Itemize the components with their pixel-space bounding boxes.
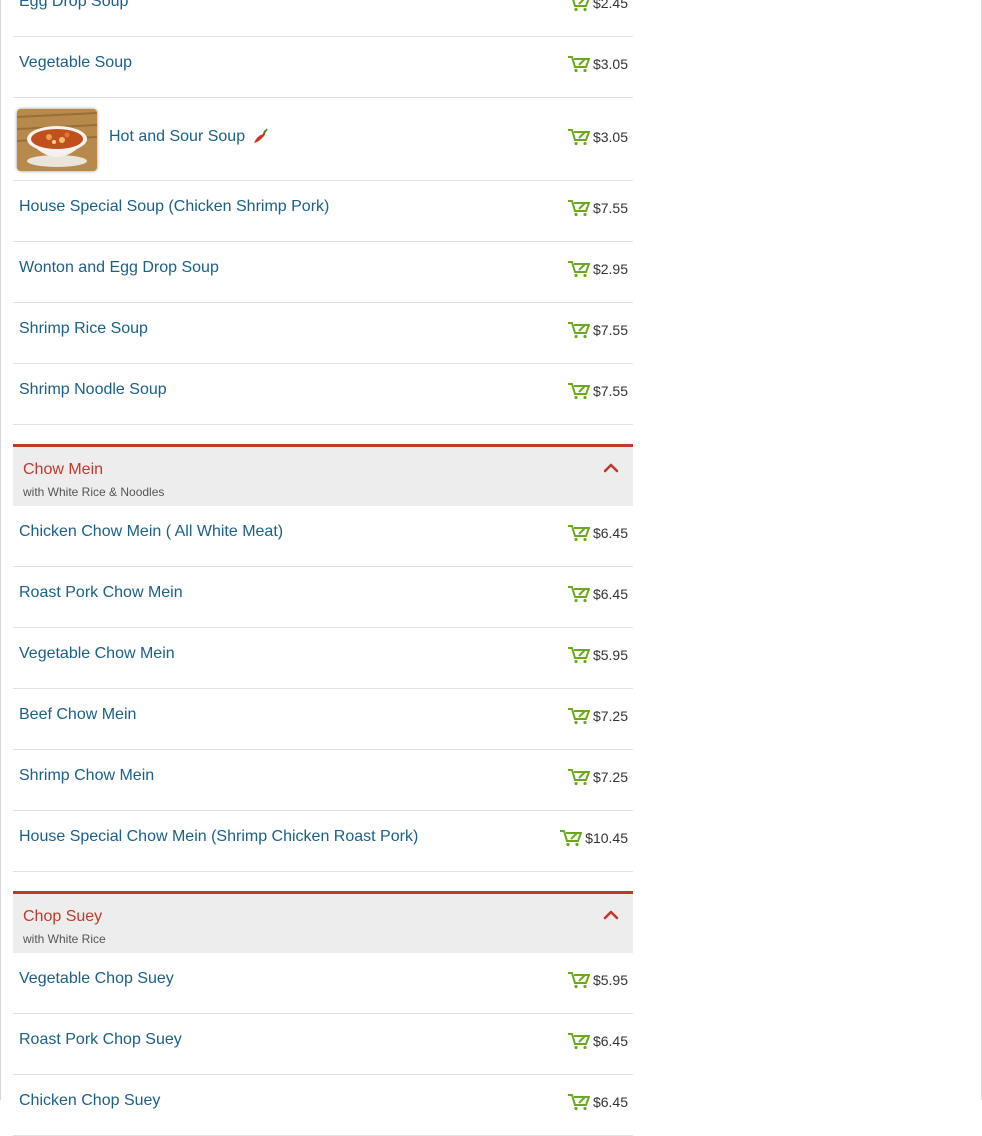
category-header-chop-suey[interactable]: Chop Suey with White Rice <box>13 891 633 953</box>
category-subtitle: with White Rice <box>23 932 106 946</box>
category-header-chow-mein[interactable]: Chow Mein with White Rice & Noodles <box>13 444 633 506</box>
item-price[interactable]: $6.45 <box>567 585 628 603</box>
price-value: $7.55 <box>592 383 628 399</box>
menu-item[interactable]: Vegetable Chop Suey $5.95 <box>13 953 633 1014</box>
menu-item[interactable]: Vegetable Chow Mein $5.95 <box>13 628 633 689</box>
shopping-cart-icon[interactable] <box>567 55 590 73</box>
price-value: $10.45 <box>585 830 628 846</box>
item-price[interactable]: $2.95 <box>567 260 628 278</box>
price-value: $5.95 <box>592 972 628 988</box>
item-name[interactable]: Vegetable Chop Suey <box>19 970 174 988</box>
item-name[interactable]: Wonton and Egg Drop Soup <box>19 259 219 277</box>
shopping-cart-icon[interactable] <box>567 1093 590 1111</box>
item-name[interactable]: House Special Soup (Chicken Shrimp Pork) <box>19 198 329 216</box>
shopping-cart-icon[interactable] <box>567 260 590 278</box>
price-value: $7.25 <box>592 769 628 785</box>
shopping-cart-icon[interactable] <box>567 0 590 12</box>
shopping-cart-icon[interactable] <box>567 646 590 664</box>
menu-item[interactable]: Shrimp Noodle Soup $7.55 <box>13 364 633 425</box>
price-value: $3.05 <box>592 56 628 72</box>
menu-item[interactable]: Shrimp Chow Mein $7.25 <box>13 750 633 811</box>
price-value: $6.45 <box>592 586 628 602</box>
price-value: $6.45 <box>592 1033 628 1049</box>
item-name[interactable]: Vegetable Chow Mein <box>19 645 175 663</box>
item-price[interactable]: $7.55 <box>567 199 628 217</box>
menu-item[interactable]: Roast Pork Chop Suey $6.45 <box>13 1014 633 1075</box>
item-price[interactable]: $2.45 <box>567 0 628 12</box>
price-value: $2.45 <box>592 0 628 11</box>
menu-item[interactable]: House Special Soup (Chicken Shrimp Pork)… <box>13 181 633 242</box>
item-price[interactable]: $7.25 <box>567 768 628 786</box>
item-name[interactable]: Shrimp Chow Mein <box>19 767 154 785</box>
shopping-cart-icon[interactable] <box>567 707 590 725</box>
menu-item[interactable]: Vegetable Soup $3.05 <box>13 37 633 98</box>
menu-item[interactable]: Roast Pork Chow Mein $6.45 <box>13 567 633 628</box>
shopping-cart-icon[interactable] <box>567 1032 590 1050</box>
item-price[interactable]: $3.05 <box>567 55 628 73</box>
menu-item[interactable]: Wonton and Egg Drop Soup $2.95 <box>13 242 633 303</box>
item-name[interactable]: Shrimp Rice Soup <box>19 320 148 338</box>
shopping-cart-icon[interactable] <box>567 128 590 146</box>
shopping-cart-icon[interactable] <box>567 382 590 400</box>
item-name[interactable]: Vegetable Soup <box>19 54 132 72</box>
shopping-cart-icon[interactable] <box>567 524 590 542</box>
category-subtitle: with White Rice & Noodles <box>23 485 165 499</box>
item-price[interactable]: $10.45 <box>559 829 628 847</box>
item-price[interactable]: $5.95 <box>567 971 628 989</box>
shopping-cart-icon[interactable] <box>567 585 590 603</box>
shopping-cart-icon[interactable] <box>567 199 590 217</box>
menu-item[interactable]: Beef Chow Mein $7.25 <box>13 689 633 750</box>
item-price[interactable]: $6.45 <box>567 1093 628 1111</box>
chevron-up-icon[interactable] <box>603 910 619 920</box>
item-price[interactable]: $5.95 <box>567 646 628 664</box>
category-title[interactable]: Chop Suey <box>23 908 102 926</box>
menu-item[interactable]: Shrimp Rice Soup $7.55 <box>13 303 633 364</box>
price-value: $6.45 <box>592 525 628 541</box>
menu-item[interactable]: Egg Drop Soup $2.45 <box>13 0 633 37</box>
item-price[interactable]: $7.25 <box>567 707 628 725</box>
item-name[interactable]: Beef Chow Mein <box>19 706 136 724</box>
item-price[interactable]: $6.45 <box>567 524 628 542</box>
item-name[interactable]: Roast Pork Chow Mein <box>19 584 183 602</box>
price-value: $5.95 <box>592 647 628 663</box>
price-value: $7.55 <box>592 322 628 338</box>
item-price[interactable]: $7.55 <box>567 382 628 400</box>
item-name[interactable]: House Special Chow Mein (Shrimp Chicken … <box>19 828 418 846</box>
price-value: $2.95 <box>592 261 628 277</box>
price-value: $7.55 <box>592 200 628 216</box>
item-name[interactable]: Egg Drop Soup <box>19 0 128 11</box>
price-value: $7.25 <box>592 708 628 724</box>
item-name[interactable]: Hot and Sour Soup <box>109 128 245 146</box>
item-price[interactable]: $3.05 <box>567 128 628 146</box>
category-title[interactable]: Chow Mein <box>23 461 103 479</box>
menu-item[interactable]: House Special Chow Mein (Shrimp Chicken … <box>13 811 633 872</box>
chevron-up-icon[interactable] <box>603 463 619 473</box>
item-photo[interactable] <box>17 109 97 171</box>
menu-list: Egg Drop Soup $2.45 Vegetable Soup $3.05 <box>13 0 633 1136</box>
item-price[interactable]: $7.55 <box>567 321 628 339</box>
item-name-group[interactable]: Hot and Sour Soup <box>109 128 269 146</box>
item-name[interactable]: Chicken Chop Suey <box>19 1092 160 1110</box>
price-value: $6.45 <box>592 1094 628 1110</box>
price-value: $3.05 <box>592 129 628 145</box>
shopping-cart-icon[interactable] <box>559 829 583 847</box>
item-name[interactable]: Chicken Chow Mein ( All White Meat) <box>19 523 283 541</box>
menu-item[interactable]: Hot and Sour Soup $3.05 <box>13 98 633 181</box>
item-price[interactable]: $6.45 <box>567 1032 628 1050</box>
shopping-cart-icon[interactable] <box>567 971 590 989</box>
item-name[interactable]: Shrimp Noodle Soup <box>19 381 167 399</box>
item-name[interactable]: Roast Pork Chop Suey <box>19 1031 182 1049</box>
chili-pepper-icon <box>254 128 268 143</box>
shopping-cart-icon[interactable] <box>567 321 590 339</box>
shopping-cart-icon[interactable] <box>567 768 590 786</box>
menu-item[interactable]: Chicken Chop Suey $6.45 <box>13 1075 633 1136</box>
soup-bowl-image <box>17 109 97 171</box>
menu-item[interactable]: Chicken Chow Mein ( All White Meat) $6.4… <box>13 506 633 567</box>
